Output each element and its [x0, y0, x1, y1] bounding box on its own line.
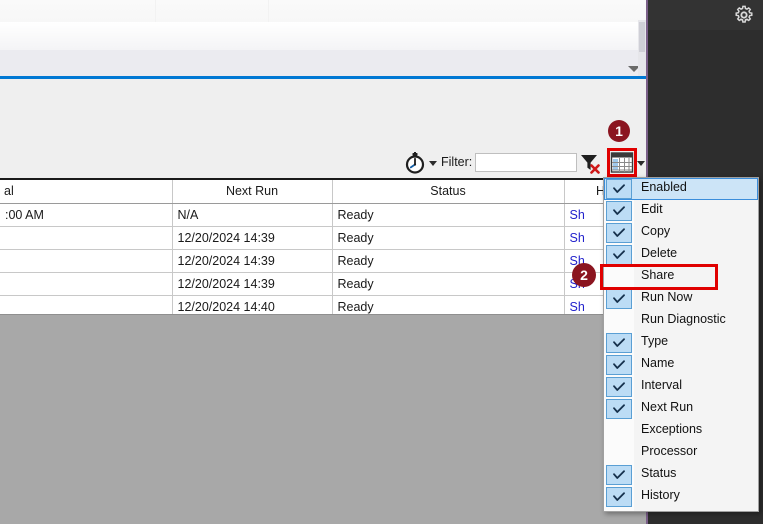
menu-item-label: Enabled — [641, 180, 687, 194]
cell-status: Ready — [332, 272, 565, 296]
menu-item-label: Run Diagnostic — [641, 312, 726, 326]
menu-item-label: Name — [641, 356, 675, 370]
menu-item-history[interactable]: History — [604, 486, 758, 508]
checkbox-checked-icon[interactable] — [606, 201, 632, 221]
menu-item-processor[interactable]: Processor — [604, 442, 758, 464]
cell-next-run: 12/20/2024 14:39 — [172, 226, 333, 250]
step-badge-2: 2 — [572, 263, 596, 287]
application-area: Filter: al Next Run Status:00 AM N/A Re… — [0, 0, 646, 524]
checkbox-checked-icon[interactable] — [606, 487, 632, 507]
ribbon-tab-separator-1 — [155, 0, 156, 22]
table-row[interactable]: :00 AM N/A Ready Sh — [0, 203, 646, 227]
ribbon-body — [0, 22, 646, 50]
cell-next-run: 12/20/2024 14:39 — [172, 272, 333, 296]
table-row[interactable]: 12/20/2024 14:39 Ready Sh — [0, 226, 646, 250]
grid-columns-dropdown-icon[interactable] — [637, 161, 645, 166]
checkbox-unchecked-icon[interactable] — [606, 311, 632, 331]
cell-interval — [0, 249, 173, 273]
cell-status: Ready — [332, 249, 565, 273]
checkbox-checked-icon[interactable] — [606, 399, 632, 419]
funnel-clear-icon[interactable] — [578, 152, 602, 174]
cell-interval — [0, 226, 173, 250]
step-badge-1: 1 — [608, 120, 630, 142]
menu-item-label: Copy — [641, 224, 671, 238]
checkbox-checked-icon[interactable] — [606, 465, 632, 485]
menu-item-delete[interactable]: Delete — [604, 244, 758, 266]
column-header-status[interactable]: Status — [332, 178, 565, 204]
cell-interval — [0, 272, 173, 296]
menu-item-edit[interactable]: Edit — [604, 200, 758, 222]
column-chooser-menu[interactable]: Enabled Edit Copy Delete Share Run Now Run Dia… — [603, 177, 759, 512]
menu-item-label: History — [641, 488, 680, 502]
checkbox-checked-icon[interactable] — [606, 355, 632, 375]
clock-icon[interactable] — [404, 152, 426, 174]
menu-item-label: Interval — [641, 378, 682, 392]
menu-item-next-run[interactable]: Next Run — [604, 398, 758, 420]
column-header-interval[interactable]: al — [0, 178, 173, 204]
table-row[interactable]: 12/20/2024 14:39 Ready Sh — [0, 249, 646, 273]
checkbox-checked-icon[interactable] — [606, 289, 632, 309]
cell-next-run: 12/20/2024 14:39 — [172, 249, 333, 273]
ribbon-tab-separator-2 — [268, 0, 269, 22]
menu-item-name[interactable]: Name — [604, 354, 758, 376]
menu-item-enabled[interactable]: Enabled — [604, 178, 758, 200]
menu-item-status[interactable]: Status — [604, 464, 758, 486]
filter-label: Filter: — [441, 155, 473, 169]
data-grid: al Next Run Status His :00 AM N/A Ready … — [0, 178, 646, 315]
cell-interval — [0, 295, 173, 315]
ribbon-secondary-strip — [0, 50, 646, 76]
menu-item-label: Exceptions — [641, 422, 703, 436]
column-header-next-run[interactable]: Next Run — [172, 178, 333, 204]
menu-item-label: Type — [641, 334, 669, 348]
menu-item-label: Edit — [641, 202, 663, 216]
scrollbar-thumb[interactable] — [639, 22, 645, 52]
cell-status: Ready — [332, 226, 565, 250]
grid-columns-highlight-box — [607, 148, 637, 177]
checkbox-checked-icon[interactable] — [606, 179, 632, 199]
menu-item-label: Delete — [641, 246, 678, 260]
checkbox-checked-icon[interactable] — [606, 377, 632, 397]
checkbox-checked-icon[interactable] — [606, 333, 632, 353]
table-row[interactable]: 12/20/2024 14:39 Ready Sh — [0, 272, 646, 296]
empty-grid-background — [0, 315, 646, 524]
menu-item-run-diagnostic[interactable]: Run Diagnostic — [604, 310, 758, 332]
checkbox-unchecked-icon[interactable] — [606, 443, 632, 463]
menu-item-type[interactable]: Type — [604, 332, 758, 354]
cell-status: Ready — [332, 203, 565, 227]
menu-item-label: Run Now — [641, 290, 693, 304]
checkbox-checked-icon[interactable] — [606, 223, 632, 243]
cell-next-run: 12/20/2024 14:40 — [172, 295, 333, 315]
checkbox-unchecked-icon[interactable] — [606, 421, 632, 441]
cell-next-run: N/A — [172, 203, 333, 227]
screenshot-root: Filter: al Next Run Status:00 AM N/A Re… — [0, 0, 763, 524]
ribbon-tab-strip — [0, 0, 646, 22]
menu-item-copy[interactable]: Copy — [604, 222, 758, 244]
table-row[interactable]: 12/20/2024 14:40 Ready Sh — [0, 295, 646, 315]
checkbox-checked-icon[interactable] — [606, 245, 632, 265]
menu-item-interval[interactable]: Interval — [604, 376, 758, 398]
menu-item-label: Status — [641, 466, 677, 480]
filter-input[interactable] — [475, 153, 577, 172]
cell-status: Ready — [332, 295, 565, 315]
table-header-row: al Next Run Status His — [0, 178, 646, 204]
menu-item-label: Next Run — [641, 400, 694, 414]
table-body: :00 AM N/A Ready Sh 12/20/2024 14:39 Rea… — [0, 203, 646, 315]
cell-interval: :00 AM — [0, 203, 173, 227]
gear-icon[interactable] — [734, 5, 754, 25]
menu-item-label: Processor — [641, 444, 698, 458]
menu-item-exceptions[interactable]: Exceptions — [604, 420, 758, 442]
clock-dropdown-icon[interactable] — [429, 161, 437, 166]
menu-item-run-now[interactable]: Run Now — [604, 288, 758, 310]
share-menu-item-highlight-box — [600, 264, 718, 290]
ribbon-tabs[interactable] — [0, 0, 646, 22]
